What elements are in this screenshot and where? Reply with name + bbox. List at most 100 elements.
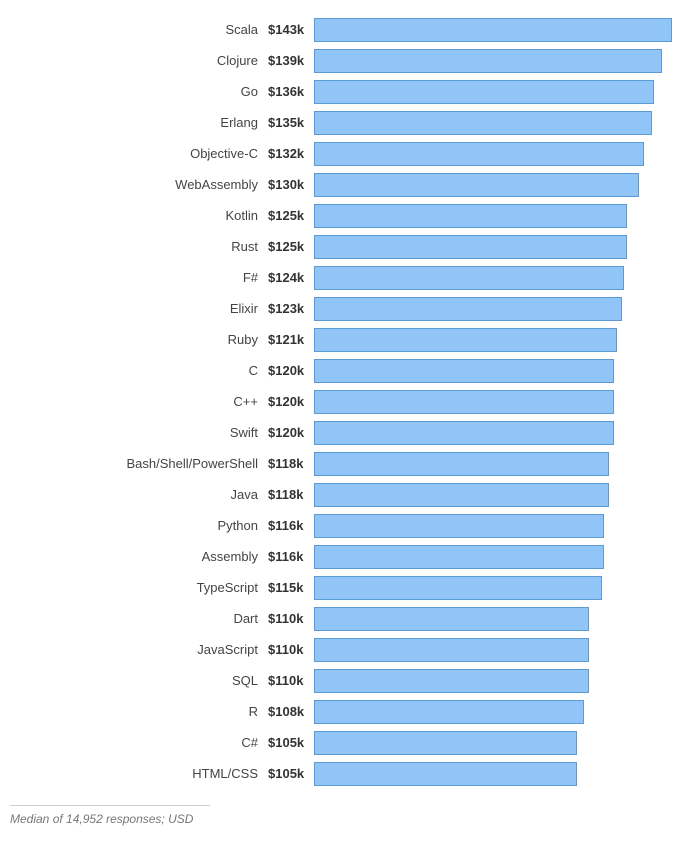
chart-bar-track [314, 483, 672, 507]
chart-row-label: Elixir [10, 301, 268, 316]
chart-row-label: Clojure [10, 53, 268, 68]
chart-row-value: $110k [268, 642, 314, 657]
chart-row-value: $120k [268, 394, 314, 409]
chart-row: Java$118k [10, 479, 672, 510]
chart-row: Swift$120k [10, 417, 672, 448]
chart-bar [314, 669, 589, 693]
chart-row-label: SQL [10, 673, 268, 688]
chart-bar-track [314, 514, 672, 538]
chart-row: JavaScript$110k [10, 634, 672, 665]
chart-footer-note: Median of 14,952 responses; USD [10, 805, 210, 826]
chart-row: Elixir$123k [10, 293, 672, 324]
chart-row-label: Erlang [10, 115, 268, 130]
chart-row-label: Go [10, 84, 268, 99]
chart-row-label: Python [10, 518, 268, 533]
chart-row-value: $115k [268, 580, 314, 595]
chart-row-label: Java [10, 487, 268, 502]
chart-bar [314, 483, 609, 507]
chart-row-value: $143k [268, 22, 314, 37]
chart-row-label: Dart [10, 611, 268, 626]
chart-row-label: JavaScript [10, 642, 268, 657]
chart-row: C$120k [10, 355, 672, 386]
chart-bar [314, 390, 614, 414]
chart-row: Python$116k [10, 510, 672, 541]
chart-row-value: $105k [268, 766, 314, 781]
chart-row: Clojure$139k [10, 45, 672, 76]
chart-bar-track [314, 576, 672, 600]
chart-row-label: Kotlin [10, 208, 268, 223]
chart-bar [314, 576, 602, 600]
chart-row: WebAssembly$130k [10, 169, 672, 200]
chart-row-label: Bash/Shell/PowerShell [10, 456, 268, 471]
chart-bar [314, 328, 617, 352]
chart-row: Rust$125k [10, 231, 672, 262]
chart-row-label: C++ [10, 394, 268, 409]
chart-row: F#$124k [10, 262, 672, 293]
chart-bar [314, 204, 627, 228]
chart-row-label: WebAssembly [10, 177, 268, 192]
chart-row-label: Assembly [10, 549, 268, 564]
chart-bar-track [314, 328, 672, 352]
chart-bar-track [314, 700, 672, 724]
chart-row-value: $110k [268, 611, 314, 626]
chart-bar [314, 514, 604, 538]
chart-row-label: HTML/CSS [10, 766, 268, 781]
chart-bar [314, 762, 577, 786]
chart-row: Go$136k [10, 76, 672, 107]
chart-row-value: $125k [268, 239, 314, 254]
chart-row-value: $135k [268, 115, 314, 130]
chart-bar [314, 111, 652, 135]
chart-bar-track [314, 731, 672, 755]
chart-bar [314, 80, 654, 104]
chart-bar [314, 638, 589, 662]
chart-bar [314, 421, 614, 445]
salary-bar-chart: Scala$143kClojure$139kGo$136kErlang$135k… [10, 14, 672, 789]
chart-row-value: $118k [268, 487, 314, 502]
chart-bar [314, 142, 644, 166]
chart-row: Objective-C$132k [10, 138, 672, 169]
chart-bar-track [314, 142, 672, 166]
chart-row: Bash/Shell/PowerShell$118k [10, 448, 672, 479]
chart-row: Erlang$135k [10, 107, 672, 138]
chart-bar [314, 173, 639, 197]
chart-row: R$108k [10, 696, 672, 727]
chart-row-label: C [10, 363, 268, 378]
chart-row-label: C# [10, 735, 268, 750]
chart-row: TypeScript$115k [10, 572, 672, 603]
chart-bar-track [314, 204, 672, 228]
chart-row-value: $123k [268, 301, 314, 316]
chart-bar [314, 18, 672, 42]
chart-bar [314, 49, 662, 73]
chart-row: SQL$110k [10, 665, 672, 696]
chart-row: HTML/CSS$105k [10, 758, 672, 789]
chart-row: Dart$110k [10, 603, 672, 634]
chart-row: Assembly$116k [10, 541, 672, 572]
chart-bar [314, 266, 624, 290]
chart-row-value: $110k [268, 673, 314, 688]
chart-row-value: $116k [268, 549, 314, 564]
chart-bar-track [314, 173, 672, 197]
chart-bar-track [314, 421, 672, 445]
chart-bar-track [314, 452, 672, 476]
chart-row-label: Rust [10, 239, 268, 254]
chart-row-label: Scala [10, 22, 268, 37]
chart-row: Ruby$121k [10, 324, 672, 355]
chart-bar [314, 700, 584, 724]
chart-bar-track [314, 669, 672, 693]
chart-bar-track [314, 80, 672, 104]
chart-bar-track [314, 297, 672, 321]
chart-bar-track [314, 359, 672, 383]
chart-row-label: TypeScript [10, 580, 268, 595]
chart-row: Kotlin$125k [10, 200, 672, 231]
chart-bar [314, 607, 589, 631]
chart-row-value: $132k [268, 146, 314, 161]
chart-row-value: $105k [268, 735, 314, 750]
chart-row: C#$105k [10, 727, 672, 758]
chart-bar-track [314, 235, 672, 259]
chart-row-value: $125k [268, 208, 314, 223]
chart-bar [314, 235, 627, 259]
chart-row-value: $108k [268, 704, 314, 719]
chart-bar [314, 359, 614, 383]
chart-row-value: $120k [268, 363, 314, 378]
chart-row-label: Swift [10, 425, 268, 440]
